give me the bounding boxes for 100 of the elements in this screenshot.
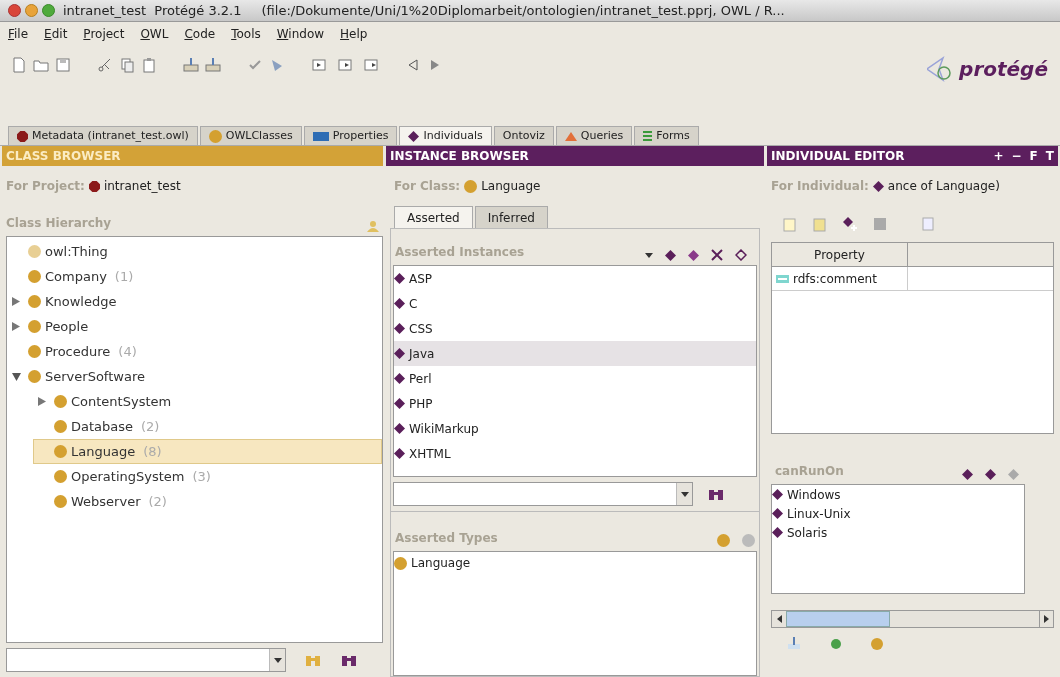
person-icon bbox=[367, 220, 379, 232]
property-name: rdfs:comment bbox=[793, 270, 877, 288]
diamond-icon bbox=[688, 249, 699, 261]
diamond-icon bbox=[872, 180, 884, 192]
tree-item[interactable]: Company (1) bbox=[7, 264, 382, 289]
instance-item[interactable]: C bbox=[394, 291, 756, 316]
value-item[interactable]: Solaris bbox=[772, 523, 1024, 542]
menu-item[interactable]: OWL bbox=[140, 25, 169, 43]
instances-label: Asserted Instances bbox=[395, 244, 525, 261]
class-name: Webserver bbox=[71, 492, 141, 511]
dropdown-arrow-icon[interactable] bbox=[645, 252, 653, 258]
menu-item[interactable]: Edit bbox=[44, 25, 68, 43]
collapsed-triangle-icon[interactable] bbox=[38, 397, 46, 406]
menu-item[interactable]: Window bbox=[276, 25, 325, 43]
instance-item[interactable]: ASP bbox=[394, 266, 756, 291]
tab[interactable]: Queries bbox=[555, 126, 633, 145]
header-button[interactable]: + bbox=[993, 147, 1004, 165]
instance-item[interactable]: Java bbox=[394, 341, 756, 366]
create-instance-icon bbox=[962, 469, 973, 480]
tab[interactable]: Asserted bbox=[394, 206, 473, 228]
tree-item[interactable]: ServerSoftware bbox=[7, 364, 382, 389]
tab[interactable]: Properties bbox=[303, 126, 398, 145]
create-instance-icon bbox=[665, 249, 676, 261]
instance-count: (2) bbox=[148, 492, 167, 511]
find-icon[interactable] bbox=[709, 487, 725, 501]
minimize-button[interactable] bbox=[25, 4, 38, 17]
instance-item[interactable]: PHP bbox=[394, 391, 756, 416]
class-icon bbox=[28, 345, 41, 358]
panel-title: CLASS BROWSER bbox=[6, 148, 121, 165]
horizontal-scrollbar[interactable] bbox=[771, 610, 1054, 628]
window-title: intranet_test Protégé 3.2.1 bbox=[63, 1, 242, 20]
panel-title: INDIVIDUAL EDITOR bbox=[771, 148, 905, 165]
tab[interactable]: Metadata (intranet_test.owl) bbox=[8, 126, 198, 145]
instance-count: (2) bbox=[141, 417, 160, 436]
menu-item[interactable]: Project bbox=[83, 25, 125, 43]
tree-item[interactable]: People bbox=[7, 314, 382, 339]
scroll-right-icon[interactable] bbox=[1044, 615, 1049, 623]
collapsed-triangle-icon[interactable] bbox=[12, 322, 20, 331]
tree-item[interactable]: owl:Thing bbox=[7, 239, 382, 264]
instance-item[interactable]: XHTML bbox=[394, 441, 756, 466]
types-label: Asserted Types bbox=[395, 530, 498, 547]
instance-count: (3) bbox=[192, 467, 211, 486]
tree-item[interactable]: Language (8) bbox=[33, 439, 382, 464]
scroll-left-icon[interactable] bbox=[776, 615, 782, 623]
instance-item[interactable]: WikiMarkup bbox=[394, 416, 756, 441]
tab[interactable]: Inferred bbox=[474, 206, 548, 228]
panel-title: INSTANCE BROWSER bbox=[390, 148, 529, 165]
menu-item[interactable]: Tools bbox=[231, 25, 261, 43]
rectangle-icon bbox=[312, 131, 329, 141]
menu-item[interactable]: File bbox=[8, 25, 29, 43]
tree-item[interactable]: Webserver (2) bbox=[33, 489, 382, 514]
instance-item[interactable]: Perl bbox=[394, 366, 756, 391]
tab[interactable]: Individuals bbox=[399, 126, 492, 145]
class-name: Company bbox=[45, 267, 107, 286]
lines-icon bbox=[643, 131, 653, 141]
header-button[interactable]: T bbox=[1045, 147, 1054, 165]
menu-item[interactable]: Code bbox=[184, 25, 216, 43]
header-button[interactable]: F bbox=[1029, 147, 1038, 165]
instance-item[interactable]: CSS bbox=[394, 316, 756, 341]
tree-item[interactable]: ContentSystem bbox=[33, 389, 382, 414]
diamond-icon bbox=[394, 423, 405, 434]
diamond-icon bbox=[394, 348, 405, 359]
tab[interactable]: Forms bbox=[634, 126, 699, 145]
find-icon[interactable] bbox=[342, 653, 358, 667]
diamond-icon bbox=[408, 130, 420, 142]
type-item[interactable]: Language bbox=[394, 552, 756, 574]
tree-item[interactable]: Procedure (4) bbox=[7, 339, 382, 364]
class-icon bbox=[28, 370, 41, 383]
header-button[interactable]: − bbox=[1011, 147, 1022, 165]
class-icon bbox=[464, 179, 478, 193]
value-item[interactable]: Linux-Unix bbox=[772, 504, 1024, 523]
diamond-icon bbox=[394, 323, 405, 334]
class-name: Language bbox=[481, 178, 541, 195]
tree-item[interactable]: Database (2) bbox=[33, 414, 382, 439]
zoom-button[interactable] bbox=[42, 4, 55, 17]
delete-icon[interactable] bbox=[711, 249, 723, 261]
expanded-triangle-icon[interactable] bbox=[11, 372, 21, 381]
diamond-icon bbox=[394, 373, 405, 384]
tab[interactable]: Ontoviz bbox=[493, 126, 554, 145]
value-item[interactable]: Windows bbox=[772, 485, 1024, 504]
logo-text: protégé bbox=[959, 56, 1048, 83]
annotation-icon bbox=[776, 274, 789, 283]
tree-item[interactable]: Knowledge bbox=[7, 289, 382, 314]
add-class-icon bbox=[717, 534, 730, 547]
menu-item[interactable]: Help bbox=[340, 25, 368, 43]
class-icon bbox=[54, 420, 67, 433]
class-name: ContentSystem bbox=[71, 392, 172, 411]
collapsed-triangle-icon[interactable] bbox=[12, 297, 20, 306]
tree-item[interactable]: OperatingSystem (3) bbox=[33, 464, 382, 489]
dropdown-arrow-icon[interactable] bbox=[273, 657, 282, 663]
class-name: People bbox=[45, 317, 89, 336]
diamond-icon bbox=[772, 489, 783, 500]
relation-label: canRunOn bbox=[775, 463, 844, 480]
dropdown-arrow-icon[interactable] bbox=[680, 491, 689, 497]
add-value-icon bbox=[985, 469, 996, 480]
outline-diamond-icon[interactable] bbox=[735, 249, 747, 261]
tab[interactable]: OWLClasses bbox=[199, 126, 302, 145]
remove-value-icon bbox=[1008, 469, 1019, 480]
individual-name: ance of Language) bbox=[887, 178, 1000, 195]
close-button[interactable] bbox=[8, 4, 21, 17]
